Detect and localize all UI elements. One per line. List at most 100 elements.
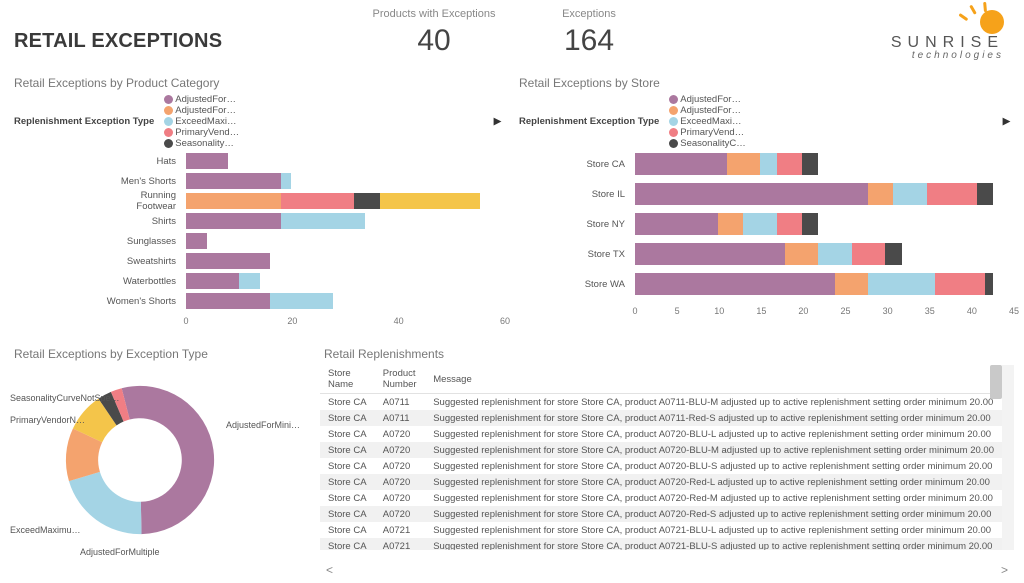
bar-segment[interactable]: [785, 243, 818, 265]
legend-text: Seasonality…: [175, 138, 234, 149]
bar-segment[interactable]: [635, 273, 835, 295]
legend-item[interactable]: ExceedMaxi…: [164, 116, 239, 127]
chart-donut[interactable]: SeasonalityCurveNotSpe… PrimaryVendorN… …: [10, 365, 300, 565]
kpi-value: 164: [504, 24, 674, 58]
legend-item[interactable]: SeasonalityC…: [669, 138, 745, 149]
legend-scroll-right-icon[interactable]: ▶: [490, 116, 505, 127]
bar-row[interactable]: Women's Shorts: [98, 293, 505, 309]
bar-segment[interactable]: [885, 243, 902, 265]
table-scroll[interactable]: Store NameProduct NumberMessageStore CAA…: [320, 365, 1014, 550]
table-row[interactable]: Store CAA0721Suggested replenishment for…: [320, 538, 1002, 550]
bar-segment[interactable]: [186, 273, 239, 289]
legend-item[interactable]: AdjustedFor…: [164, 94, 239, 105]
bar-segment[interactable]: [281, 213, 365, 229]
legend-text: AdjustedFor…: [175, 105, 236, 116]
legend-item[interactable]: ExceedMaxi…: [669, 116, 745, 127]
bar-row[interactable]: Waterbottles: [98, 273, 505, 289]
bar-segment[interactable]: [635, 153, 727, 175]
table-row[interactable]: Store CAA0720Suggested replenishment for…: [320, 506, 1002, 522]
bar-segment[interactable]: [186, 213, 281, 229]
bar-row[interactable]: Hats: [98, 153, 505, 169]
bar-segment[interactable]: [893, 183, 926, 205]
legend-item[interactable]: AdjustedFor…: [669, 94, 745, 105]
replenishment-table[interactable]: Store NameProduct NumberMessageStore CAA…: [320, 365, 1002, 550]
bar-row[interactable]: Sunglasses: [98, 233, 505, 249]
bar-segment[interactable]: [760, 153, 777, 175]
legend-scroll-right-icon[interactable]: ▶: [999, 116, 1014, 127]
table-row[interactable]: Store CAA0720Suggested replenishment for…: [320, 490, 1002, 506]
bar-segment[interactable]: [270, 293, 333, 309]
bar-segment[interactable]: [186, 253, 270, 269]
bar-segment[interactable]: [868, 183, 893, 205]
table-row[interactable]: Store CAA0711Suggested replenishment for…: [320, 394, 1002, 411]
pager-prev-icon[interactable]: <: [326, 563, 333, 577]
bar-segment[interactable]: [743, 213, 776, 235]
legend-item[interactable]: PrimaryVend…: [669, 127, 745, 138]
bar-row[interactable]: Store IL: [575, 183, 1014, 205]
bar-segment[interactable]: [239, 273, 260, 289]
bar-segment[interactable]: [635, 243, 785, 265]
bar-segment[interactable]: [818, 243, 851, 265]
bar-row[interactable]: Store TX: [575, 243, 1014, 265]
bar-segment[interactable]: [977, 183, 994, 205]
bar-segment[interactable]: [727, 153, 760, 175]
bar-segment[interactable]: [852, 243, 885, 265]
legend-item[interactable]: AdjustedFor…: [669, 105, 745, 116]
bar-segment[interactable]: [186, 233, 207, 249]
bar-segment[interactable]: [635, 213, 718, 235]
legend-text: AdjustedFor…: [175, 94, 236, 105]
axis-tick: 15: [756, 306, 766, 316]
bar-row[interactable]: Sweatshirts: [98, 253, 505, 269]
scrollbar-thumb[interactable]: [990, 365, 1002, 399]
table-row[interactable]: Store CAA0721Suggested replenishment for…: [320, 522, 1002, 538]
table-header[interactable]: Message: [425, 365, 1002, 394]
bar-segment[interactable]: [777, 213, 802, 235]
table-row[interactable]: Store CAA0720Suggested replenishment for…: [320, 442, 1002, 458]
bar-segment[interactable]: [935, 273, 985, 295]
table-cell: Store CA: [320, 458, 375, 474]
bar-segment[interactable]: [835, 273, 868, 295]
table-row[interactable]: Store CAA0720Suggested replenishment for…: [320, 458, 1002, 474]
pager-next-icon[interactable]: >: [1001, 563, 1008, 577]
bar-label: Store NY: [579, 219, 631, 230]
bar-segment[interactable]: [281, 173, 292, 189]
bar-segment[interactable]: [186, 153, 228, 169]
bar-segment[interactable]: [802, 213, 819, 235]
bar-row[interactable]: Store NY: [575, 213, 1014, 235]
legend-item[interactable]: AdjustedFor…: [164, 105, 239, 116]
bar-segment[interactable]: [927, 183, 977, 205]
bar-segment[interactable]: [354, 193, 380, 209]
legend-item[interactable]: PrimaryVend…: [164, 127, 239, 138]
bar-segment[interactable]: [380, 193, 480, 209]
table-row[interactable]: Store CAA0720Suggested replenishment for…: [320, 474, 1002, 490]
legend-item[interactable]: Seasonality…: [164, 138, 239, 149]
bar-segment[interactable]: [186, 193, 281, 209]
bar-row[interactable]: Store CA: [575, 153, 1014, 175]
bar-segment[interactable]: [802, 153, 819, 175]
bar-segment[interactable]: [635, 183, 868, 205]
bar-row[interactable]: Men's Shorts: [98, 173, 505, 189]
bar-segment[interactable]: [985, 273, 993, 295]
page-title: RETAIL EXCEPTIONS: [14, 8, 364, 53]
bar-row[interactable]: Shirts: [98, 213, 505, 229]
table-row[interactable]: Store CAA0720Suggested replenishment for…: [320, 426, 1002, 442]
chart-store[interactable]: Store CA Store IL Store NY Store TX Store WA…: [515, 153, 1014, 321]
chart-category[interactable]: Hats Men's Shorts Running Footwear Shirts Su…: [10, 153, 505, 331]
table-cell: Store CA: [320, 426, 375, 442]
table-cell: A0720: [375, 458, 425, 474]
table-row[interactable]: Store CAA0711Suggested replenishment for…: [320, 410, 1002, 426]
bar-segment[interactable]: [718, 213, 743, 235]
bar-row[interactable]: Store WA: [575, 273, 1014, 295]
kpi-value: 40: [364, 24, 504, 58]
bar-segment[interactable]: [281, 193, 355, 209]
table-header[interactable]: Store Name: [320, 365, 375, 394]
bar-segment[interactable]: [186, 293, 270, 309]
swatch-icon: [669, 117, 678, 126]
axis-tick: 20: [798, 306, 808, 316]
slice-label: AdjustedForMini…: [226, 420, 300, 430]
table-header[interactable]: Product Number: [375, 365, 425, 394]
bar-row[interactable]: Running Footwear: [98, 193, 505, 209]
bar-segment[interactable]: [186, 173, 281, 189]
bar-segment[interactable]: [868, 273, 935, 295]
bar-segment[interactable]: [777, 153, 802, 175]
